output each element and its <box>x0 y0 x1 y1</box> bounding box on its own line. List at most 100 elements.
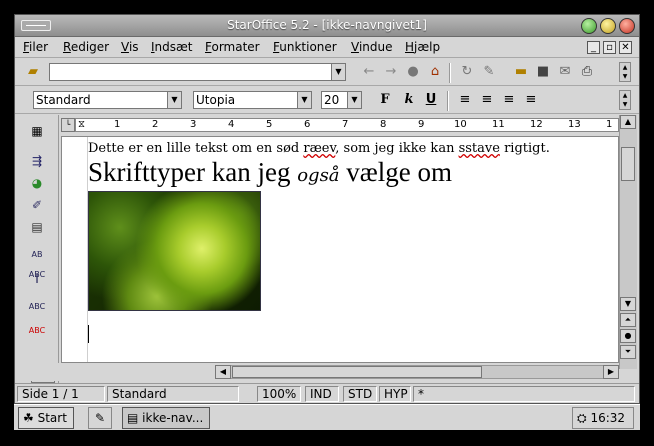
horizontal-scrollbar[interactable]: ◀ ▶ <box>215 365 619 379</box>
doc-minimize-button[interactable]: _ <box>587 41 600 54</box>
menu-filer[interactable]: Filer <box>23 40 48 54</box>
horizontal-scroll-thumb[interactable] <box>232 366 482 378</box>
scroll-right-button[interactable]: ▶ <box>603 365 619 379</box>
insert-fields-icon[interactable]: ⇶ <box>27 151 47 171</box>
url-input[interactable] <box>49 63 333 81</box>
stop-icon[interactable]: ● <box>403 62 423 82</box>
align-left-icon[interactable]: ≡ <box>455 90 475 110</box>
underline-button[interactable]: U <box>421 90 441 110</box>
justify-icon[interactable]: ≡ <box>521 90 541 110</box>
tab-type-button[interactable]: └ <box>61 118 75 132</box>
save-icon[interactable]: ■ <box>533 62 553 82</box>
align-right-icon[interactable]: ≡ <box>499 90 519 110</box>
doc-close-button[interactable]: ✕ <box>619 41 632 54</box>
document-area[interactable]: Dette er en lille tekst om en sød ræev, … <box>61 136 619 363</box>
taskbar: ☘ Start ✎ ▤ ikke-nav... ⛭ 16:32 <box>14 404 640 430</box>
ruler-tick: 2 <box>152 119 159 130</box>
mail-icon[interactable]: ✉ <box>555 62 575 82</box>
line2-text-b: vælge om <box>339 157 453 187</box>
spellcheck-icon[interactable]: ABC <box>27 297 47 317</box>
status-bar: Side 1 / 1 Standard 100% IND STD HYP * <box>15 383 639 403</box>
zoom-indicator[interactable]: 100% <box>257 386 301 402</box>
previous-page-button[interactable]: ⏶ <box>620 313 636 327</box>
font-name-dropdown[interactable]: ▼ <box>297 91 312 109</box>
auto-spellcheck-toggle-icon[interactable]: ABC <box>27 321 47 341</box>
ruler-tick: 7 <box>342 119 349 130</box>
scroll-up-button[interactable]: ▲ <box>620 115 636 129</box>
title-bar[interactable]: StarOffice 5.2 - [ikke-navngivet1] <box>15 15 639 37</box>
autospellcheck-icon[interactable]: AB ABC <box>27 245 47 279</box>
font-size-dropdown[interactable]: ▼ <box>347 91 362 109</box>
align-center-icon[interactable]: ≡ <box>477 90 497 110</box>
hyperlink-mode-indicator[interactable]: HYP <box>379 386 411 402</box>
spelling-error-word[interactable]: ræev <box>303 141 335 156</box>
back-arrow-icon[interactable]: ← <box>359 62 379 82</box>
spelling-error-word[interactable]: sstave <box>459 141 500 156</box>
insert-mode-indicator[interactable]: IND <box>305 386 339 402</box>
ruler-area: └ ⧖ 1 2 3 4 5 6 7 8 9 10 11 12 13 1 <box>61 115 619 135</box>
url-dropdown-button[interactable]: ▼ <box>331 63 346 81</box>
folder-open-icon[interactable]: ▰ <box>23 62 43 82</box>
main-toolbar: ▦ ⇶ ◕ ✐ ▤ ABABC Ⅰ ABC ABC ◂▸ <box>15 115 59 383</box>
staroffice-window: StarOffice 5.2 - [ikke-navngivet1] Filer… <box>14 14 640 404</box>
form-functions-icon[interactable]: ▤ <box>27 217 47 237</box>
horizontal-ruler[interactable]: ⧖ 1 2 3 4 5 6 7 8 9 10 11 12 13 1 <box>75 118 619 132</box>
maximize-button[interactable] <box>600 18 616 34</box>
edit-file-icon[interactable]: ✎ <box>479 62 499 82</box>
insert-table-icon[interactable]: ▦ <box>27 121 47 141</box>
insert-object-icon[interactable]: ◕ <box>27 173 47 193</box>
indent-marker[interactable]: ⧖ <box>78 119 85 130</box>
clock[interactable]: ⛭ 16:32 <box>572 407 634 429</box>
reload-icon[interactable]: ↻ <box>457 62 477 82</box>
ruler-tick: 13 <box>568 119 581 130</box>
home-icon[interactable]: ⌂ <box>425 62 445 82</box>
ruler-tick: 9 <box>418 119 425 130</box>
ruler-tick: 3 <box>190 119 197 130</box>
desktop-icon[interactable]: ✎ <box>88 407 112 429</box>
menu-funktioner[interactable]: Funktioner <box>273 40 337 54</box>
vertical-scroll-thumb[interactable] <box>621 147 635 181</box>
draw-functions-icon[interactable]: ✐ <box>27 195 47 215</box>
script-font-word: også <box>297 165 340 186</box>
selection-mode-indicator[interactable]: STD <box>343 386 377 402</box>
menu-formater[interactable]: Formater <box>205 40 260 54</box>
toolbar2-expand[interactable]: ▲ ▼ <box>619 90 631 110</box>
document-line-1[interactable]: Dette er en lille tekst om en sød ræev, … <box>88 141 550 156</box>
toolbar1-expand[interactable]: ▲ ▼ <box>619 62 631 82</box>
ruler-tick: 4 <box>228 119 235 130</box>
scroll-left-button[interactable]: ◀ <box>215 365 231 379</box>
ruler-tick: 12 <box>530 119 543 130</box>
forward-arrow-icon[interactable]: → <box>381 62 401 82</box>
paragraph-style-select[interactable]: Standard <box>33 91 169 109</box>
scroll-down-button[interactable]: ▼ <box>620 297 636 311</box>
start-button[interactable]: ☘ Start <box>18 407 74 429</box>
close-button[interactable] <box>619 18 635 34</box>
bold-button[interactable]: F <box>375 90 395 110</box>
menu-vindue[interactable]: Vindue <box>351 40 393 54</box>
open-icon[interactable]: ▬ <box>511 62 531 82</box>
document-line-2[interactable]: Skrifttyper kan jeg også vælge om <box>88 157 452 188</box>
menu-indsaet[interactable]: Indsæt <box>151 40 193 54</box>
font-size-select[interactable]: 20 <box>321 91 349 109</box>
network-icon: ⛭ <box>577 411 587 425</box>
menu-hjaelp[interactable]: Hjælp <box>405 40 440 54</box>
ruler-tick: 1 <box>606 119 613 130</box>
print-icon[interactable]: ⎙ <box>577 62 597 82</box>
line1-text-a: Dette er en lille tekst om en sød <box>88 141 304 156</box>
minimize-button[interactable] <box>581 18 597 34</box>
apple-image[interactable] <box>88 191 261 311</box>
navigation-button[interactable]: ● <box>620 329 636 343</box>
page-style-indicator[interactable]: Standard <box>107 386 239 402</box>
text-cursor-icon[interactable]: Ⅰ <box>27 269 47 289</box>
function-toolbar: ▰ ▼ ← → ● ⌂ ↻ ✎ ▬ ■ ✉ ⎙ ▲ ▼ <box>15 59 639 86</box>
menu-vis[interactable]: Vis <box>121 40 139 54</box>
window-title: StarOffice 5.2 - [ikke-navngivet1] <box>227 18 427 32</box>
paragraph-style-dropdown[interactable]: ▼ <box>167 91 182 109</box>
vertical-scrollbar[interactable]: ▲ ▼ ⏶ ● ⏷ <box>619 115 637 369</box>
taskbar-app-button[interactable]: ▤ ikke-nav... <box>122 407 210 429</box>
doc-restore-button[interactable]: ▫ <box>603 41 616 54</box>
menu-rediger[interactable]: Rediger <box>63 40 109 54</box>
italic-button[interactable]: k <box>399 90 419 110</box>
font-name-select[interactable]: Utopia <box>193 91 299 109</box>
next-page-button[interactable]: ⏷ <box>620 345 636 359</box>
